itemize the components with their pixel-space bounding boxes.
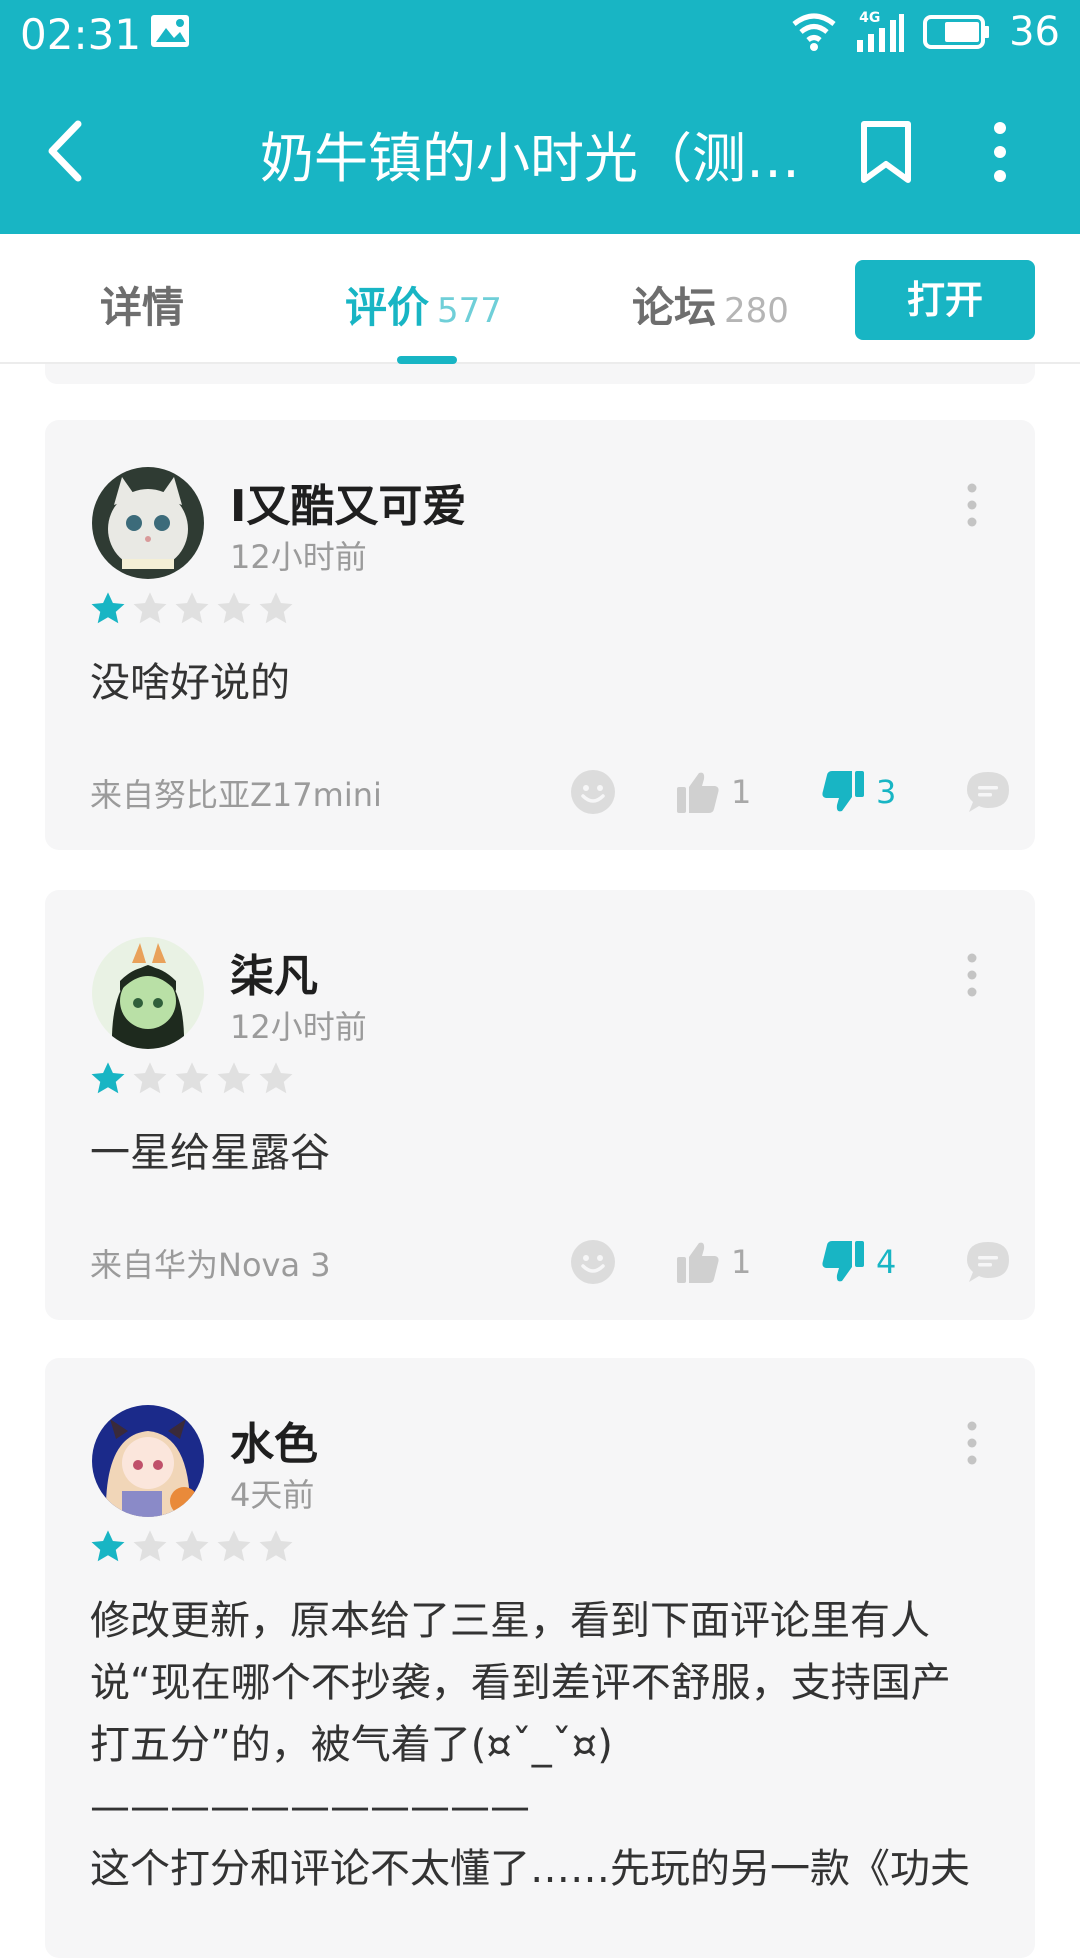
star-rating <box>89 590 295 628</box>
review-text-line: 说“现在哪个不抄袭，看到差评不舒服，支持国产 <box>90 1660 951 1706</box>
star-empty-icon <box>175 592 209 624</box>
tab-reviews-label: 评价 <box>345 283 430 332</box>
star-empty-icon <box>217 592 251 624</box>
battery-level: 36 <box>1009 9 1060 55</box>
dislike-count: 3 <box>876 773 897 811</box>
wifi-icon <box>792 13 836 51</box>
battery-icon <box>923 15 990 49</box>
thumbs-down-icon <box>822 1241 864 1282</box>
star-filled-icon <box>91 1062 125 1094</box>
previous-review-card-edge <box>45 364 1035 384</box>
review-more-icon[interactable] <box>964 482 980 528</box>
comment-button[interactable] <box>965 1238 1011 1286</box>
review-time: 12小时前 <box>230 538 367 576</box>
star-empty-icon <box>217 1062 251 1094</box>
reviewer-name[interactable]: 柒凡 <box>230 940 318 1004</box>
device-label: 来自努比亚Z17mini <box>90 776 382 814</box>
star-empty-icon <box>259 592 293 624</box>
review-more-icon[interactable] <box>964 952 980 998</box>
like-count: 1 <box>731 1243 752 1281</box>
device-label: 来自华为Nova 3 <box>90 1246 331 1284</box>
more-options-icon[interactable] <box>985 120 1015 184</box>
active-tab-indicator <box>397 356 457 364</box>
tab-reviews-count: 577 <box>437 291 502 331</box>
reviewer-name[interactable]: 水色 <box>230 1408 318 1472</box>
tab-details-label: 详情 <box>100 283 185 332</box>
tab-forum-count: 280 <box>724 291 789 331</box>
tab-forum[interactable]: 论坛 280 <box>632 274 789 335</box>
status-time: 02:31 <box>20 10 142 59</box>
review-text: 修改更新，原本给了三星，看到下面评论里有人 说“现在哪个不抄袭，看到差评不舒服，… <box>90 1590 1000 1900</box>
star-empty-icon <box>259 1530 293 1562</box>
tab-forum-label: 论坛 <box>632 283 717 332</box>
review-card: 柒凡 12小时前 一星给星露谷 来自华为Nova 3 1 4 <box>45 890 1035 1320</box>
image-notification-icon <box>151 15 189 47</box>
review-text: 一星给星露谷 <box>90 1130 330 1176</box>
signal-icon: 4G <box>855 10 905 54</box>
star-empty-icon <box>259 1062 293 1094</box>
review-text-line: 修改更新，原本给了三星，看到下面评论里有人 <box>90 1598 930 1644</box>
comment-button[interactable] <box>965 768 1011 816</box>
review-time: 4天前 <box>230 1476 315 1514</box>
comment-icon <box>967 772 1009 812</box>
comment-icon <box>967 1242 1009 1282</box>
react-button[interactable] <box>570 1238 616 1286</box>
like-button[interactable]: 1 <box>675 1238 751 1286</box>
back-arrow-icon[interactable] <box>40 116 90 186</box>
like-button[interactable]: 1 <box>675 768 751 816</box>
review-footer: 来自努比亚Z17mini 1 3 <box>90 760 1009 820</box>
smiley-icon <box>571 1240 615 1284</box>
dislike-count: 4 <box>876 1243 897 1281</box>
thumbs-up-icon <box>677 772 719 813</box>
react-button[interactable] <box>570 768 616 816</box>
smiley-icon <box>571 770 615 814</box>
tab-reviews[interactable]: 评价 577 <box>345 274 502 335</box>
review-text: 没啥好说的 <box>90 660 290 706</box>
star-filled-icon <box>91 592 125 624</box>
avatar[interactable] <box>92 467 204 579</box>
dislike-button[interactable]: 4 <box>820 1238 896 1286</box>
app-header: 奶牛镇的小时光（测… <box>0 64 1080 234</box>
avatar[interactable] <box>92 937 204 1049</box>
like-count: 1 <box>731 773 752 811</box>
thumbs-down-icon <box>822 771 864 812</box>
status-bar: 02:31 4G 36 <box>0 0 1080 64</box>
avatar[interactable] <box>92 1405 204 1517</box>
review-time: 12小时前 <box>230 1008 367 1046</box>
page-title: 奶牛镇的小时光（测… <box>260 127 800 190</box>
star-empty-icon <box>175 1062 209 1094</box>
review-card: I又酷又可爱 12小时前 没啥好说的 来自努比亚Z17mini 1 3 <box>45 420 1035 850</box>
reviewer-name[interactable]: I又酷又可爱 <box>230 470 466 534</box>
star-rating <box>89 1528 295 1566</box>
star-empty-icon <box>175 1530 209 1562</box>
star-empty-icon <box>133 592 167 624</box>
star-rating <box>89 1060 295 1098</box>
review-text-line: 这个打分和评论不太懂了……先玩的另一款《功夫 <box>90 1846 970 1892</box>
review-text-line: ——————————— <box>90 1784 530 1830</box>
star-empty-icon <box>217 1530 251 1562</box>
review-more-icon[interactable] <box>964 1420 980 1466</box>
star-empty-icon <box>133 1530 167 1562</box>
thumbs-up-icon <box>677 1242 719 1283</box>
star-filled-icon <box>91 1530 125 1562</box>
tab-details[interactable]: 详情 <box>100 274 184 335</box>
open-app-button[interactable]: 打开 <box>855 260 1035 340</box>
review-text-line: 打五分”的，被气着了(¤ˇ_ˇ¤) <box>90 1722 613 1768</box>
review-card: 水色 4天前 修改更新，原本给了三星，看到下面评论里有人 说“现在哪个不抄袭，看… <box>45 1358 1035 1958</box>
review-footer: 来自华为Nova 3 1 4 <box>90 1230 1009 1290</box>
dislike-button[interactable]: 3 <box>820 768 896 816</box>
star-empty-icon <box>133 1062 167 1094</box>
bookmark-icon[interactable] <box>858 120 914 184</box>
